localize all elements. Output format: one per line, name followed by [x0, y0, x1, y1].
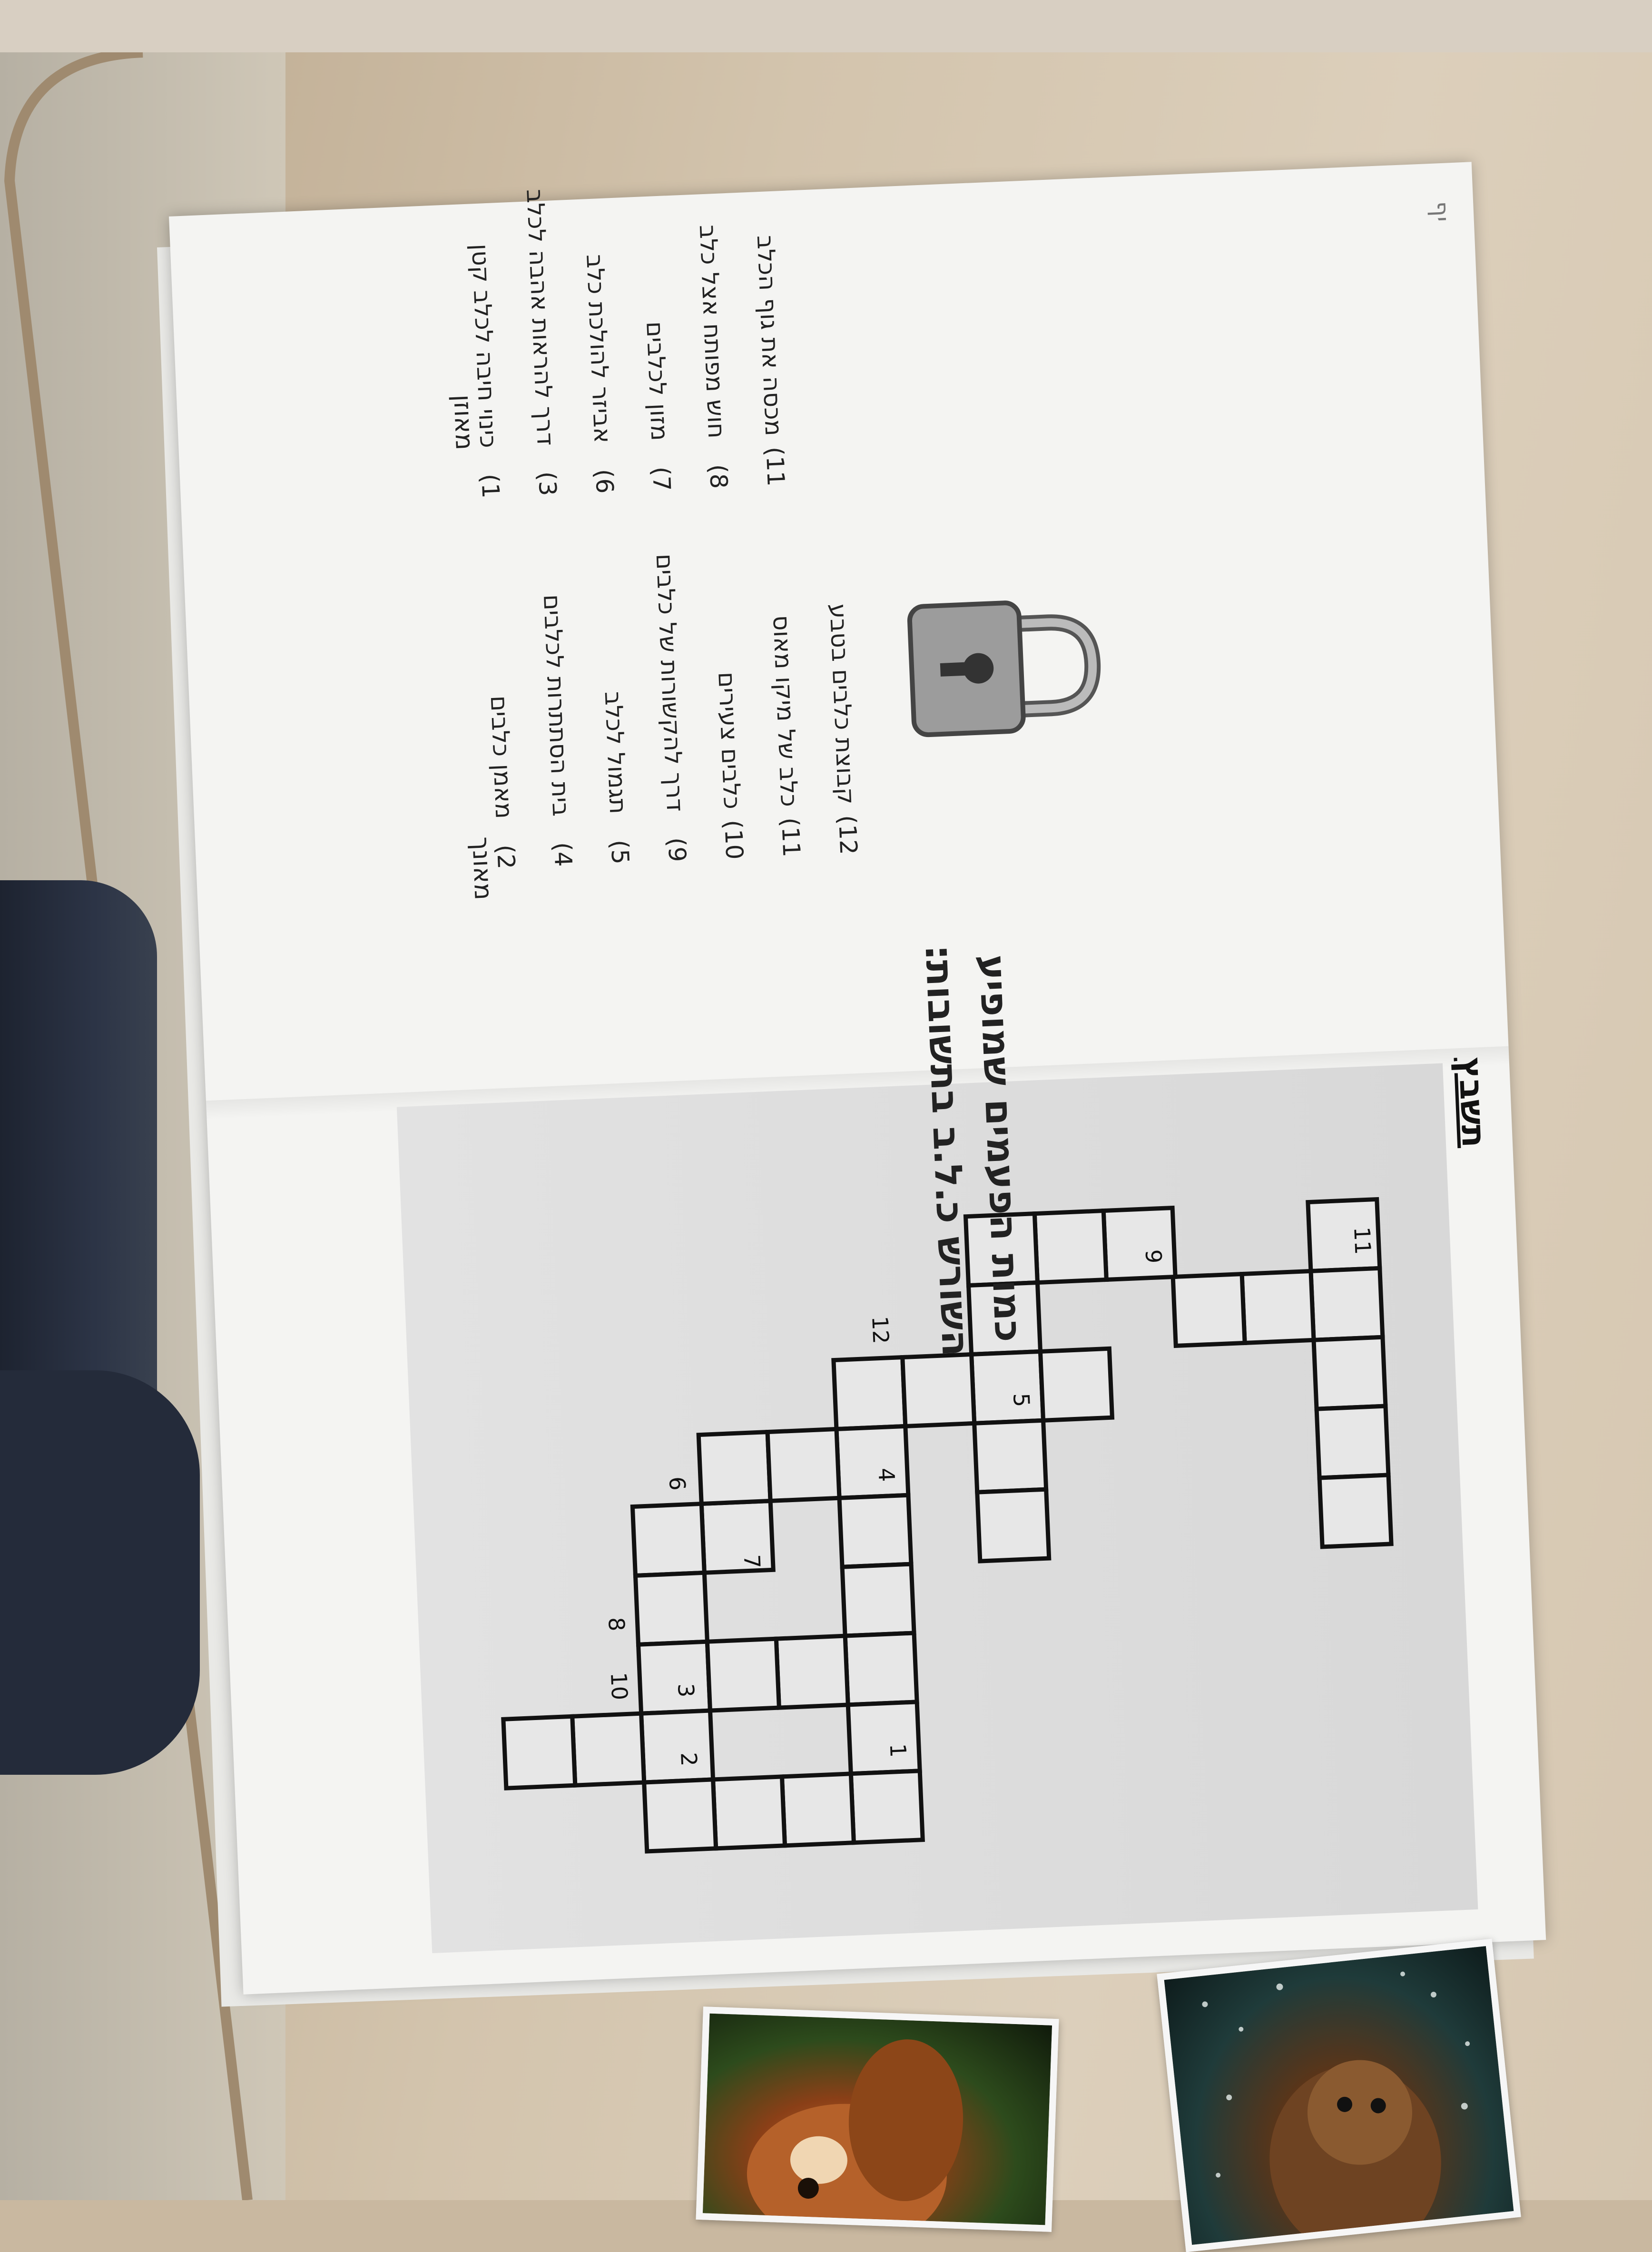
- clue-across-11: 11) מכסה את גוף הכלב: [751, 235, 790, 487]
- clue-down-9: 9) דרך להקשורות של כלבים: [650, 553, 691, 863]
- grid-number: 9: [1141, 1249, 1167, 1264]
- clue-across-1: 1) כינוי חיבה לכלב קטן: [466, 243, 505, 499]
- clue-across-7: 7) מזון לכלבים: [641, 321, 676, 492]
- grid-number: 6: [664, 1476, 690, 1491]
- padlock-icon: [907, 600, 1101, 738]
- page-number: יף: [1426, 200, 1455, 223]
- grid-number: 1: [885, 1743, 911, 1758]
- booklet: 11 9 5 12 4 1 7 6 3 2 10 8 תשבץ יף מאונך…: [0, 0, 1652, 2200]
- grid-number: 12: [867, 1316, 894, 1345]
- grid-number: 7: [739, 1554, 765, 1569]
- clue-down-5: 5) תגמול לכלב: [599, 691, 634, 865]
- grid-number: 10: [606, 1672, 632, 1701]
- dog-illustration: [747, 2039, 964, 2232]
- clue-down-11: 11) כלב של מיקו מאוס: [767, 614, 806, 858]
- clue-down-12: 12) קבוצת כלבים בטבע: [824, 603, 863, 856]
- clue-across-8: 8) חוש מפותח אצל כלב: [694, 224, 733, 490]
- grid-number: 11: [1349, 1226, 1376, 1255]
- clue-down-4: 4) בית הסתתרות לכלבים: [538, 594, 577, 867]
- grid-number: 4: [873, 1467, 899, 1483]
- worksheet-page: 11 9 5 12 4 1 7 6 3 2 10 8 תשבץ יף מאונך…: [169, 162, 1546, 1995]
- clue-across-3: 3) דרך להראות אהבה לכלב: [521, 188, 562, 497]
- answer-title: תשבץ: [1451, 1056, 1494, 1149]
- grid-number: 2: [676, 1752, 702, 1767]
- clue-down-10: 10) כלבים צעירים: [713, 671, 748, 860]
- clue-across-6: 6) אביזר להולכת כלב: [581, 254, 619, 494]
- dog-photo-card: [696, 2006, 1059, 2232]
- grid-number: 8: [603, 1617, 629, 1632]
- dog-photo-card-2: [1157, 1938, 1521, 2252]
- grid-number: 3: [673, 1683, 699, 1698]
